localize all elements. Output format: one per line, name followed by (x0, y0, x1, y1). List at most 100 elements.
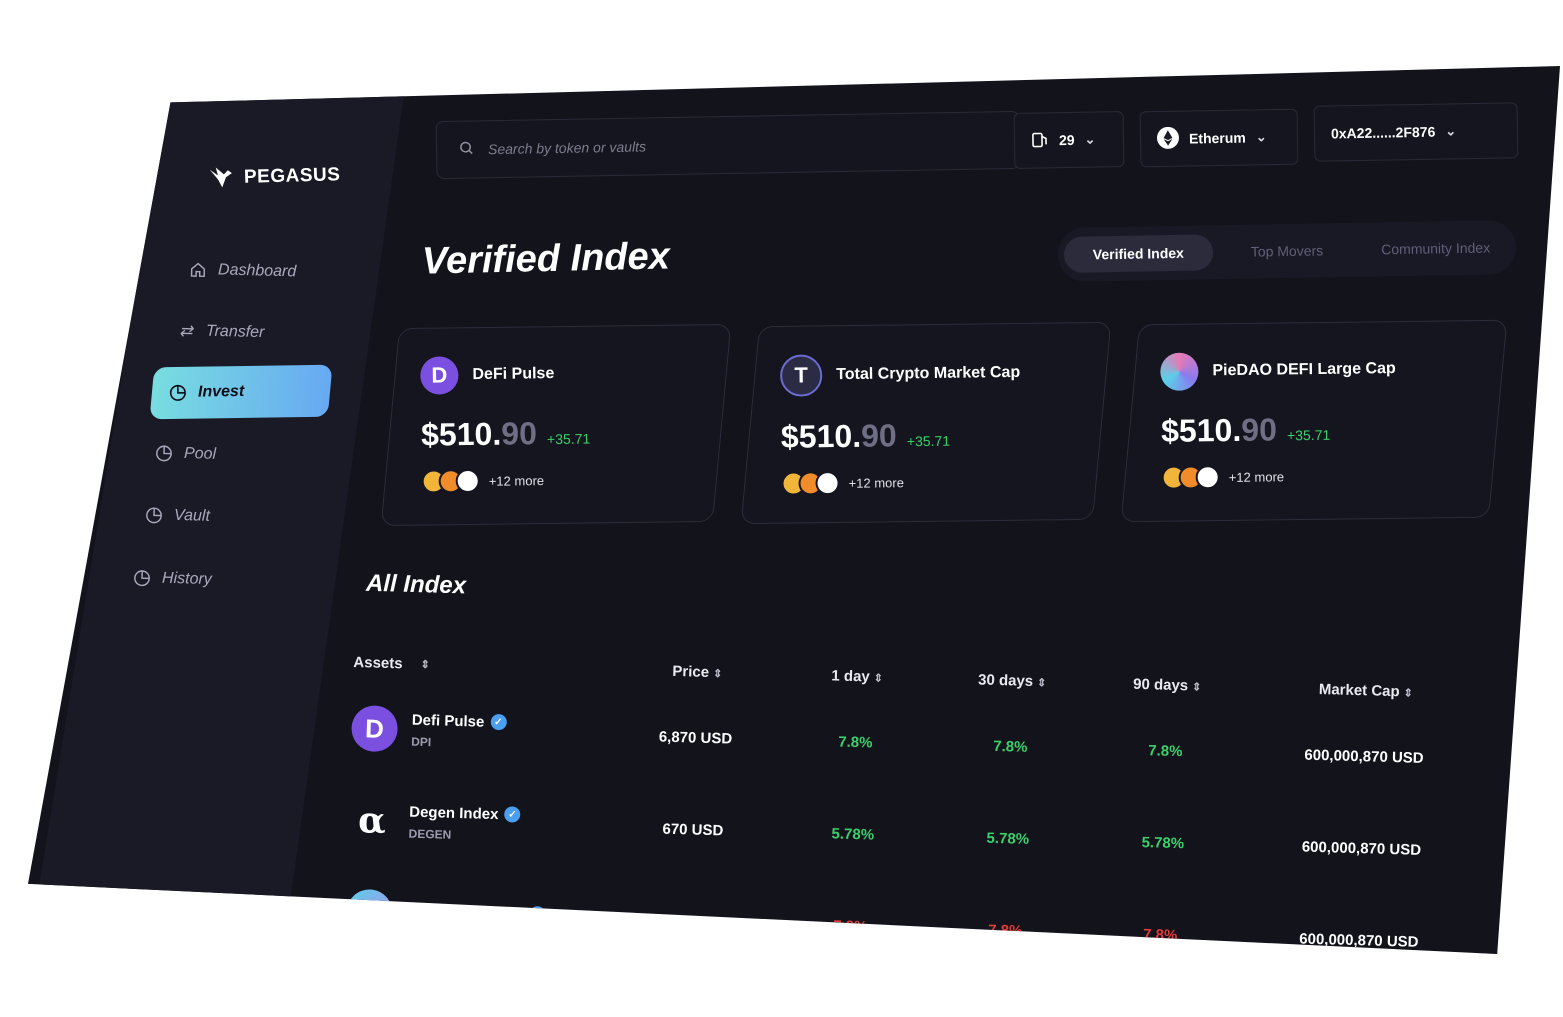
defi-pulse-avatar-icon: D (420, 356, 459, 395)
card-change: +35.71 (546, 430, 591, 448)
index-card[interactable]: D DeFi Pulse $510.90 +35.71 +12 more (380, 323, 732, 527)
change-1day-cell: 5.78% (831, 824, 875, 844)
chevron-down-icon: ⌄ (1445, 123, 1457, 139)
logo[interactable]: PEGASUS (208, 162, 341, 191)
pie-icon (154, 443, 175, 464)
network-label: Etherum (1188, 129, 1246, 147)
defi-pulse-avatar-icon: D (350, 704, 399, 753)
verified-badge-icon: ✓ (490, 713, 507, 731)
sidebar-item-transfer[interactable]: ⇄ Transfer (176, 321, 265, 343)
change-30days-cell: 7.8% (987, 921, 1023, 940)
gas-value: 29 (1058, 131, 1075, 149)
index-table: Assets ⇕ Price ⇕ 1 day ⇕ 30 days ⇕ 90 days ⇕ … (309, 641, 1488, 954)
column-header-market-cap[interactable]: Market Cap ⇕ (1245, 678, 1488, 702)
asset-name: Metaverse Index (406, 902, 524, 923)
card-change: +35.71 (1286, 426, 1331, 444)
pie-icon (168, 383, 188, 403)
card-price-cents: 90 (1241, 411, 1278, 448)
more-coins-label: +12 more (848, 474, 905, 491)
change-1day-cell: 7.8% (832, 916, 868, 935)
sidebar-item-vault[interactable]: Vault (144, 505, 210, 527)
price-cell: 670 USD (662, 820, 724, 839)
chevron-down-icon: ⌄ (1255, 129, 1267, 145)
sort-icon: ⇕ (1191, 680, 1202, 694)
card-change: +35.71 (906, 432, 951, 450)
asset-symbol: DPI (411, 734, 432, 749)
section-title: All Index (365, 569, 467, 600)
column-header-price[interactable]: Price ⇕ (615, 661, 780, 683)
index-card[interactable]: PieDAO DEFI Large Cap $510.90 +35.71 +12… (1120, 319, 1508, 523)
search-input[interactable]: Search by token or vaults (435, 110, 1021, 180)
sort-icon: ⇕ (712, 667, 723, 680)
column-header-90days[interactable]: 90 days ⇕ (1090, 674, 1245, 695)
asset-name: Degen Index (409, 803, 499, 823)
market-cap-cell: 600,000,870 USD (1304, 746, 1424, 767)
card-name: DeFi Pulse (472, 365, 555, 384)
coin-stack (781, 470, 840, 496)
tab-community-index[interactable]: Community Index (1361, 229, 1510, 268)
sidebar-item-invest[interactable]: Invest (149, 364, 333, 420)
sidebar-item-pool[interactable]: Pool (154, 443, 217, 465)
card-name: PieDAO DEFI Large Cap (1212, 360, 1396, 380)
sidebar-item-history[interactable]: History (132, 568, 212, 590)
coin-stack (1161, 465, 1220, 490)
sort-icon: ⇕ (1036, 676, 1047, 689)
sidebar-item-label: Transfer (205, 322, 265, 342)
gas-selector[interactable]: 29 ⌄ (1013, 111, 1125, 169)
index-card[interactable]: T Total Crypto Market Cap $510.90 +35.71… (740, 321, 1112, 525)
search-placeholder: Search by token or vaults (487, 138, 647, 158)
ethereum-icon (1156, 126, 1179, 151)
pie-icon (144, 505, 165, 526)
asset-name: Defi Pulse (411, 711, 485, 731)
card-price: $510. (420, 415, 502, 453)
market-cap-cell: 600,000,870 USD (1299, 930, 1419, 951)
sort-icon: ⇕ (1403, 686, 1414, 700)
total-crypto-avatar-icon: T (779, 354, 823, 397)
card-price: $510. (780, 417, 862, 455)
verified-badge-icon: ✓ (504, 806, 521, 823)
home-icon (188, 260, 209, 281)
app-window: PEGASUS Dashboard ⇄ Transfer Invest Pool… (28, 66, 1560, 954)
column-header-label: 90 days (1132, 675, 1189, 694)
column-header-30days[interactable]: 30 days ⇕ (934, 670, 1089, 691)
sidebar-item-label: Invest (197, 382, 245, 401)
column-header-1day[interactable]: 1 day ⇕ (779, 665, 934, 686)
market-cap-cell: 600,000,870 USD (1301, 838, 1422, 859)
coin-icon (815, 470, 840, 496)
arrows-icon: ⇄ (179, 322, 193, 341)
column-header-assets[interactable]: Assets ⇕ (317, 652, 615, 677)
more-coins-label: +12 more (488, 472, 545, 489)
degen-index-avatar-icon: α (357, 799, 387, 842)
network-selector[interactable]: Etherum ⌄ (1139, 108, 1299, 168)
column-header-label: Price (672, 662, 710, 681)
coin-icon (1195, 465, 1220, 490)
column-header-label: Market Cap (1318, 680, 1400, 700)
tab-verified-index[interactable]: Verified Index (1063, 234, 1213, 273)
change-30days-cell: 5.78% (986, 829, 1030, 848)
gas-pump-icon (1031, 130, 1049, 151)
pie-icon (132, 568, 153, 589)
tab-top-movers[interactable]: Top Movers (1212, 232, 1361, 271)
price-cell: 6,870 USD (658, 728, 733, 748)
sidebar-item-label: History (161, 569, 213, 589)
index-tabs: Verified Index Top Movers Community Inde… (1057, 220, 1517, 282)
change-1day-cell: 7.8% (838, 733, 873, 752)
asset-symbol: DEGEN (408, 826, 452, 842)
more-coins-label: +12 more (1228, 468, 1285, 485)
piedao-avatar-icon (1160, 352, 1199, 391)
sort-icon: ⇕ (873, 672, 884, 685)
chevron-down-icon: ⌄ (1084, 131, 1096, 147)
asset-symbol (406, 925, 545, 929)
sidebar-item-label: Pool (183, 444, 217, 463)
app-name: PEGASUS (243, 164, 341, 188)
column-header-label: 1 day (831, 666, 871, 685)
change-30days-cell: 7.8% (993, 737, 1028, 756)
sort-icon: ⇕ (420, 658, 430, 671)
wallet-selector[interactable]: 0xA22......2F876 ⌄ (1313, 102, 1519, 162)
search-icon (459, 140, 474, 158)
verified-badge-icon: ✓ (528, 906, 546, 923)
wallet-address: 0xA22......2F876 (1330, 123, 1436, 142)
change-90days-cell: 7.8% (1148, 741, 1183, 760)
card-name: Total Crypto Market Cap (836, 363, 1021, 384)
sidebar-item-dashboard[interactable]: Dashboard (188, 260, 297, 283)
